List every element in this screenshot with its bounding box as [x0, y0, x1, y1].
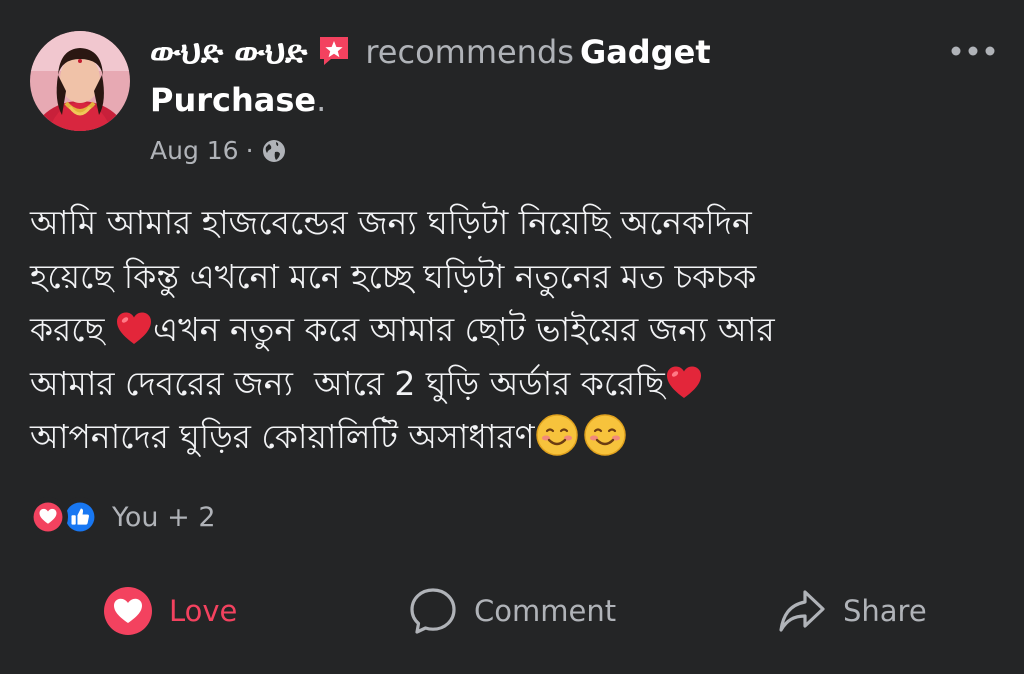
author-name[interactable]: ውህድ ውህድ [150, 33, 307, 71]
love-icon [104, 587, 152, 635]
post-text-segment: আমার দেবরের জন্য আরে 2 ঘুড়ি অর্ডার করেছ… [30, 363, 665, 403]
comment-button[interactable]: Comment [408, 580, 616, 642]
post-text-line: করছে এখন নতুন করে আমার ছোট ভাইয়ের জন্য … [30, 303, 990, 357]
post-text-line: আমি আমার হাজবেন্ডের জন্য ঘড়িটা নিয়েছি … [30, 203, 752, 242]
meta-separator: · [245, 136, 254, 165]
smiling-face-emoji-icon [535, 414, 578, 456]
love-reaction-icon [28, 497, 68, 537]
post-body: আমি আমার হাজবেন্ডের জন্য ঘড়িটা নিয়েছি … [30, 196, 990, 464]
author-avatar[interactable] [30, 31, 130, 131]
post-date[interactable]: Aug 16 [150, 136, 239, 165]
recommendation-badge-icon [317, 34, 351, 68]
smiling-face-emoji-icon [583, 414, 626, 456]
public-globe-icon [262, 139, 285, 162]
post-text-segment: আপনাদের ঘুড়ির কোয়ালিটি অসাধারণ [30, 417, 535, 456]
post-card: ውህድ ውህድ recommends Gadget Purchase. Aug 16… [0, 0, 1024, 674]
post-text-segment: করছে [30, 310, 115, 349]
post-header-continued: Purchase. [150, 78, 326, 122]
page-name-second[interactable]: Purchase [150, 81, 316, 119]
post-header: ውህድ ውህድ recommends Gadget [150, 30, 711, 74]
comment-icon [410, 588, 456, 634]
love-button[interactable]: Love [103, 580, 237, 642]
post-action-bar: Love Comment Share [0, 580, 1024, 642]
red-heart-emoji-icon [117, 312, 151, 344]
reactions-summary[interactable]: You + 2 [28, 497, 216, 537]
post-text-segment: এখন নতুন করে আমার ছোট ভাইয়ের জন্য আর [153, 310, 775, 349]
recommends-text: recommends [365, 33, 574, 71]
post-text-line: আপনাদের ঘুড়ির কোয়ালিটি অসাধারণ [30, 410, 990, 464]
share-button[interactable]: Share [777, 580, 927, 642]
more-options-icon[interactable] [948, 36, 998, 66]
header-period: . [316, 81, 327, 119]
love-button-label: Love [169, 594, 238, 628]
post-meta: Aug 16 · [150, 136, 287, 165]
post-text-line: আমার দেবরের জন্য আরে 2 ঘুড়ি অর্ডার করেছ… [30, 357, 990, 411]
page-name-first[interactable]: Gadget [580, 33, 711, 71]
reactions-count[interactable]: You + 2 [112, 502, 216, 533]
post-text-line: হয়েছে কিন্তু এখনো মনে হচ্ছে ঘড়িটা নতুন… [30, 256, 757, 296]
red-heart-emoji-icon [666, 366, 701, 398]
comment-button-label: Comment [474, 594, 617, 628]
share-button-label: Share [843, 594, 927, 628]
share-icon [779, 590, 825, 632]
